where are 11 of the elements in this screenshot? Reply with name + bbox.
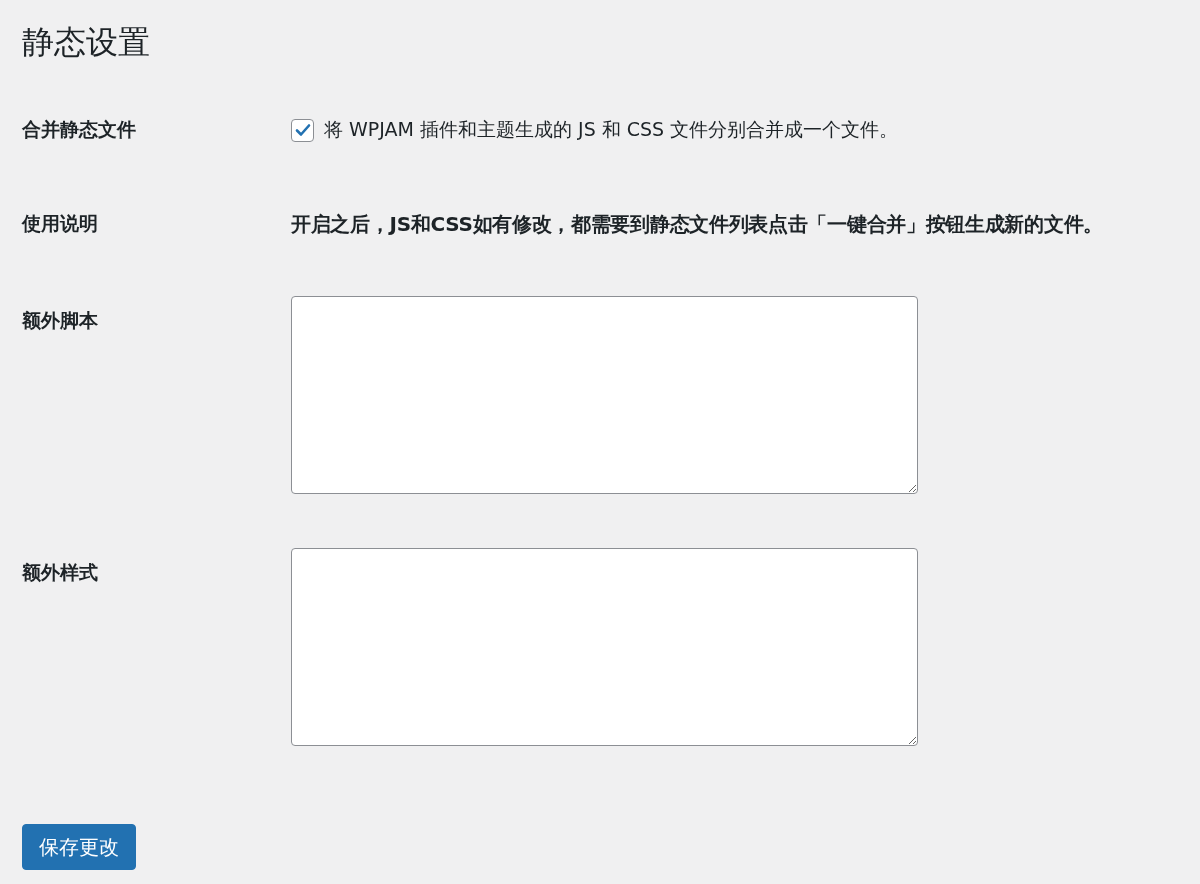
text-area[interactable]: [291, 548, 918, 746]
text-area[interactable]: [291, 296, 918, 494]
field-label: 额外样式: [22, 560, 98, 585]
field-label: 使用说明: [22, 211, 98, 236]
field-label: 合并静态文件: [22, 117, 136, 142]
description-text: 开启之后，JS和CSS如有修改，都需要到静态文件列表点击「一键合并」按钮生成新的文件。: [291, 210, 1103, 238]
field-label: 额外脚本: [22, 308, 98, 333]
page-title: 静态设置: [22, 22, 150, 62]
checkbox[interactable]: [291, 118, 314, 142]
save-button[interactable]: 保存更改: [22, 824, 136, 870]
checkbox-label: 将 WPJAM 插件和主题生成的 JS 和 CSS 文件分别合并成一个文件。: [324, 117, 899, 142]
